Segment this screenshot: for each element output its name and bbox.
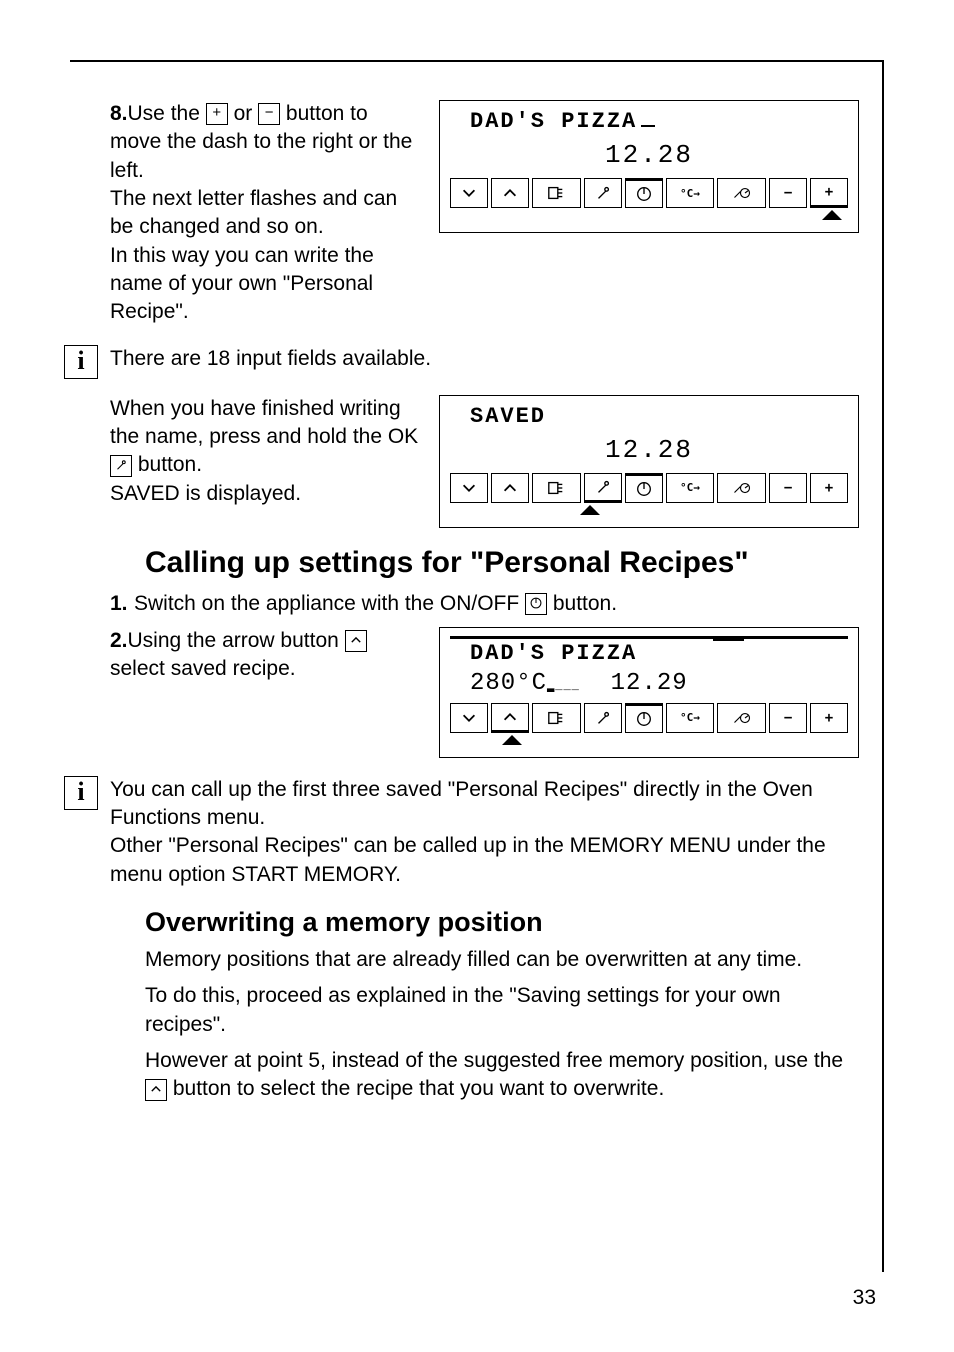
highlight-cursor-icon (580, 505, 600, 515)
step2-row: 2.Using the arrow button select saved re… (110, 627, 859, 758)
page-content: 8.Use the + or − button to move the dash… (110, 100, 859, 1112)
probe-icon[interactable] (717, 473, 766, 503)
step1: 1. Switch on the appliance with the ON/O… (110, 590, 859, 619)
info2-text: You can call up the first three saved "P… (110, 776, 859, 889)
onoff-icon[interactable] (625, 473, 663, 503)
overwriting-body: Memory positions that are already filled… (145, 946, 859, 1104)
up-icon[interactable] (491, 703, 529, 733)
step8-text-a: Use the (128, 102, 206, 125)
step8-text-b: or (228, 102, 258, 125)
menu-icon[interactable] (532, 473, 581, 503)
display1-title: DAD'S PIZZA (450, 109, 848, 134)
display2-title: SAVED (450, 404, 848, 429)
over-p1: Memory positions that are already filled… (145, 946, 859, 974)
info-block-2: i You can call up the first three saved … (64, 776, 859, 889)
display3-mid: 280°C▂___ 12.29 (450, 666, 848, 701)
save-text-c: SAVED is displayed. (110, 480, 419, 508)
step1-num: 1. (110, 590, 134, 619)
step8-text-d: The next letter flashes and can be chang… (110, 185, 419, 242)
info2-b: Other "Personal Recipes" can be called u… (110, 832, 859, 889)
minus-button[interactable]: − (769, 703, 807, 733)
display3-temp: 280°C (470, 670, 547, 697)
highlight-cursor-icon (822, 210, 842, 220)
down-icon[interactable] (450, 473, 488, 503)
display2-time: 12.28 (450, 429, 848, 471)
step2-text: 2.Using the arrow button select saved re… (110, 627, 419, 684)
ok-icon[interactable] (584, 178, 622, 208)
step8-text: 8.Use the + or − button to move the dash… (110, 100, 419, 327)
step2-num: 2. (110, 629, 128, 652)
ok-icon[interactable] (584, 473, 622, 503)
plus-button[interactable]: + (810, 703, 848, 733)
info-icon: i (64, 776, 98, 810)
heading-calling-up: Calling up settings for "Personal Recipe… (145, 546, 859, 580)
info-block-1: i There are 18 input fields available. (64, 345, 859, 379)
onoff-icon-inline (525, 593, 547, 615)
display-panel-2: SAVED 12.28 °C→ − + (439, 395, 859, 528)
info2-a: You can call up the first three saved "P… (110, 776, 859, 833)
minus-button[interactable]: − (769, 473, 807, 503)
probe-icon[interactable] (717, 178, 766, 208)
display3-time: 12.29 (611, 670, 688, 697)
onoff-icon[interactable] (625, 178, 663, 208)
up-arrow-icon-inline (145, 1079, 167, 1101)
up-arrow-icon-inline (345, 630, 367, 652)
down-icon[interactable] (450, 178, 488, 208)
cursor-row (450, 505, 848, 521)
temp-icon[interactable]: °C→ (666, 178, 715, 208)
save-text-a: When you have finished writing the name,… (110, 397, 418, 448)
menu-icon[interactable] (532, 178, 581, 208)
highlight-cursor-icon (502, 735, 522, 745)
probe-icon[interactable] (717, 703, 766, 733)
heading-overwriting: Overwriting a memory position (145, 907, 859, 938)
over-p3: However at point 5, instead of the sugge… (145, 1047, 859, 1104)
minus-icon: − (258, 103, 280, 125)
display1-time: 12.28 (450, 134, 848, 176)
save-text-b: button. (132, 453, 202, 476)
plus-button[interactable]: + (810, 178, 848, 208)
plus-button[interactable]: + (810, 473, 848, 503)
info1-text: There are 18 input fields available. (110, 345, 859, 373)
onoff-icon[interactable] (625, 703, 663, 733)
step1-txt: Switch on the appliance with the ON/OFF … (134, 590, 859, 619)
over-p2: To do this, proceed as explained in the … (145, 982, 859, 1039)
plus-icon: + (206, 103, 228, 125)
menu-icon[interactable] (532, 703, 581, 733)
cursor-row (450, 735, 848, 751)
step8-row: 8.Use the + or − button to move the dash… (110, 100, 859, 327)
step8-text-e: In this way you can write the name of yo… (110, 242, 419, 327)
temp-icon[interactable]: °C→ (666, 703, 715, 733)
text-cursor (641, 125, 655, 127)
ok-icon-inline (110, 455, 132, 477)
step8-num: 8. (110, 102, 128, 125)
display3-buttons: °C→ − + (450, 703, 848, 733)
info-icon: i (64, 345, 98, 379)
saved-row: When you have finished writing the name,… (110, 395, 859, 528)
up-icon[interactable] (491, 178, 529, 208)
temp-icon[interactable]: °C→ (666, 473, 715, 503)
display-panel-3: DAD'S PIZZA 280°C▂___ 12.29 °C→ − + (439, 627, 859, 758)
display-panel-1: DAD'S PIZZA 12.28 °C→ − + (439, 100, 859, 233)
display2-buttons: °C→ − + (450, 473, 848, 503)
page-number: 33 (853, 1286, 876, 1310)
ok-icon[interactable] (584, 703, 622, 733)
down-icon[interactable] (450, 703, 488, 733)
saved-text: When you have finished writing the name,… (110, 395, 419, 508)
minus-button[interactable]: − (769, 178, 807, 208)
cursor-row (450, 210, 848, 226)
up-icon[interactable] (491, 473, 529, 503)
steps-list: 1. Switch on the appliance with the ON/O… (110, 590, 859, 619)
display3-title: DAD'S PIZZA (450, 636, 848, 666)
display1-buttons: °C→ − + (450, 178, 848, 208)
